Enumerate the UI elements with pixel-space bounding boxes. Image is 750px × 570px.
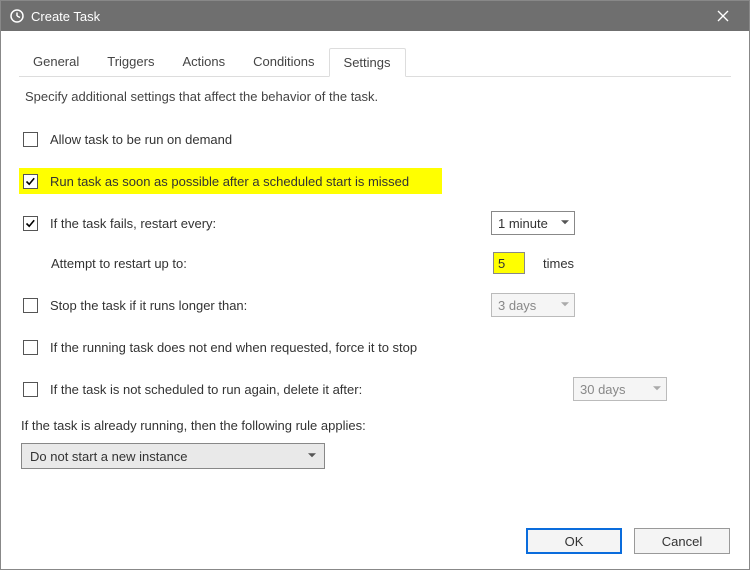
label-running-rule: If the task is already running, then the… <box>21 418 731 433</box>
label-times: times <box>543 256 574 271</box>
close-button[interactable] <box>705 1 741 31</box>
tab-triggers[interactable]: Triggers <box>93 48 168 77</box>
clock-icon <box>9 8 25 24</box>
combo-running-rule[interactable]: Do not start a new instance <box>21 443 325 469</box>
combo-stop-if-longer[interactable]: 3 days <box>491 293 575 317</box>
ok-button[interactable]: OK <box>526 528 622 554</box>
label-attempt-restart: Attempt to restart up to: <box>51 256 187 271</box>
cancel-button[interactable]: Cancel <box>634 528 730 554</box>
tab-settings[interactable]: Settings <box>329 48 406 77</box>
combo-running-rule-value: Do not start a new instance <box>30 449 188 464</box>
checkbox-force-stop[interactable] <box>23 340 38 355</box>
window-title: Create Task <box>31 9 100 24</box>
checkbox-stop-if-longer[interactable] <box>23 298 38 313</box>
combo-stop-if-longer-value: 3 days <box>498 298 536 313</box>
input-attempt-count[interactable] <box>493 252 525 274</box>
combo-delete-after[interactable]: 30 days <box>573 377 667 401</box>
tab-general[interactable]: General <box>19 48 93 77</box>
label-restart-on-fail: If the task fails, restart every: <box>50 216 216 231</box>
combo-restart-interval-value: 1 minute <box>498 216 548 231</box>
label-run-after-missed: Run task as soon as possible after a sch… <box>50 174 409 189</box>
checkbox-delete-after[interactable] <box>23 382 38 397</box>
combo-delete-after-value: 30 days <box>580 382 626 397</box>
combo-restart-interval[interactable]: 1 minute <box>491 211 575 235</box>
intro-text: Specify additional settings that affect … <box>25 89 731 104</box>
checkbox-allow-on-demand[interactable] <box>23 132 38 147</box>
label-delete-after: If the task is not scheduled to run agai… <box>50 382 362 397</box>
label-force-stop: If the running task does not end when re… <box>50 340 417 355</box>
tab-actions[interactable]: Actions <box>168 48 239 77</box>
checkbox-run-after-missed[interactable] <box>23 174 38 189</box>
label-stop-if-longer: Stop the task if it runs longer than: <box>50 298 247 313</box>
tabstrip: General Triggers Actions Conditions Sett… <box>19 47 731 77</box>
label-allow-on-demand: Allow task to be run on demand <box>50 132 232 147</box>
checkbox-restart-on-fail[interactable] <box>23 216 38 231</box>
titlebar: Create Task <box>1 1 749 31</box>
tab-conditions[interactable]: Conditions <box>239 48 328 77</box>
